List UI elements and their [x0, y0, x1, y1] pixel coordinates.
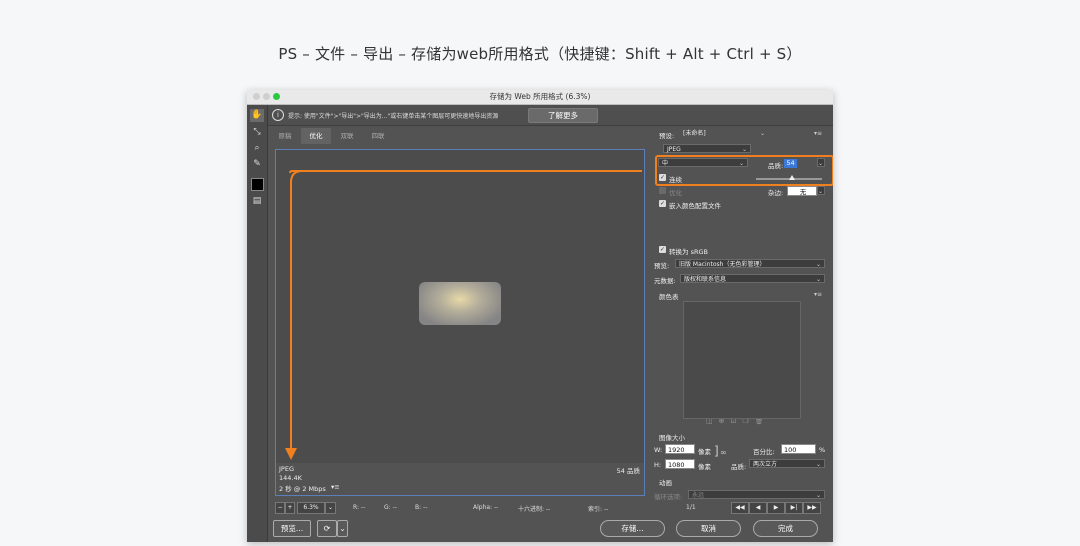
quality-highlight-box [655, 155, 833, 186]
width-label: W: [654, 446, 663, 454]
status-red: R: -- [353, 504, 366, 511]
loop-options-value: 永远 [692, 492, 705, 499]
optimize-checkbox[interactable] [659, 187, 666, 194]
status-green: G: -- [384, 504, 397, 511]
image-size-label: 图像大小 [659, 434, 685, 442]
metadata-value: 版权和联系信息 [684, 276, 727, 283]
resample-quality-select[interactable]: 两次立方 ⌄ [749, 459, 825, 468]
metadata-select[interactable]: 版权和联系信息 ⌄ [680, 274, 825, 283]
matte-dropdown-chevron-icon[interactable]: ⌄ [817, 186, 825, 195]
zoom-out-button[interactable]: − [275, 502, 285, 514]
height-label: H: [654, 461, 662, 469]
height-unit: 像素 [698, 463, 711, 471]
percent-unit: % [819, 446, 826, 454]
status-alpha: Alpha: -- [473, 504, 499, 511]
matte-label: 杂边: [768, 189, 784, 197]
chevron-down-icon: ⌄ [815, 261, 821, 268]
link-icon[interactable]: ∞ [720, 448, 727, 457]
zoom-level-field[interactable]: 6.3% [297, 502, 325, 514]
percent-value: 100 [784, 446, 797, 454]
height-value: 1080 [668, 461, 685, 469]
preset-select[interactable]: [未命名] ⌄ [680, 129, 768, 138]
status-blue: B: -- [415, 504, 428, 511]
width-field[interactable]: 1920 [665, 444, 695, 454]
resample-quality-label: 品质: [731, 463, 747, 471]
percent-field[interactable]: 100 [781, 444, 816, 454]
zoom-dropdown-chevron-icon[interactable]: ⌄ [325, 502, 336, 514]
embed-color-profile-checkbox[interactable]: ✓ [659, 200, 666, 207]
chevron-down-icon: ⌄ [815, 461, 821, 468]
width-unit: 像素 [698, 448, 711, 456]
color-table-label: 颜色表 [659, 293, 679, 301]
chevron-down-icon: ⌄ [741, 146, 747, 153]
color-table-menu-icon[interactable]: ▾≡ [814, 291, 822, 298]
status-index: 索引: -- [588, 506, 609, 513]
browser-dropdown-chevron-icon[interactable]: ⌄ [337, 520, 348, 537]
chevron-down-icon: ⌄ [815, 276, 821, 283]
preview-in-browser-button[interactable]: 预览... [273, 520, 311, 537]
optimize-label: 优化 [669, 189, 682, 197]
animation-label: 动画 [659, 479, 672, 487]
convert-srgb-label: 转换为 sRGB [669, 248, 708, 256]
matte-value: 无 [799, 188, 807, 196]
chevron-down-icon: ⌄ [815, 492, 821, 499]
color-table[interactable] [683, 301, 801, 419]
preview-profile-value: 旧版 Macintosh（无色彩管理） [679, 261, 766, 268]
browser-icon[interactable]: ⟳ [317, 520, 337, 537]
preset-label: 预设: [659, 132, 675, 140]
loop-options-label: 循环选项: [654, 493, 683, 501]
matte-select[interactable]: 无 [787, 186, 817, 196]
zoom-in-button[interactable]: + [285, 502, 295, 514]
save-for-web-dialog: 存储为 Web 所用格式 (6.3%) ✋ ⤡ ⌕ ✎ ▤ i 提示: 使用"文… [247, 90, 833, 542]
metadata-label: 元数据: [654, 277, 676, 285]
status-hex: 十六进制: -- [518, 506, 551, 513]
loop-options-select[interactable]: 永远 ⌄ [688, 490, 825, 499]
panel-menu-icon[interactable]: ▾≡ [814, 130, 822, 137]
resample-quality-value: 两次立方 [753, 461, 778, 468]
chevron-down-icon: ⌄ [759, 130, 765, 137]
convert-srgb-checkbox[interactable]: ✓ [659, 246, 666, 253]
preset-value: [未命名] [683, 130, 706, 137]
constrain-bracket: ] [714, 444, 719, 458]
height-field[interactable]: 1080 [665, 459, 695, 469]
preview-profile-select[interactable]: 旧版 Macintosh（无色彩管理） ⌄ [675, 259, 825, 268]
file-format-select[interactable]: JPEG ⌄ [663, 144, 751, 153]
preview-label: 预览: [654, 262, 670, 270]
width-value: 1920 [668, 446, 685, 454]
page-caption: PS – 文件 – 导出 – 存储为web所用格式（快捷键：Shift + Al… [278, 45, 802, 63]
embed-color-profile-label: 嵌入颜色配置文件 [669, 202, 721, 210]
percent-label: 百分比: [753, 448, 775, 456]
file-format-value: JPEG [667, 146, 681, 153]
